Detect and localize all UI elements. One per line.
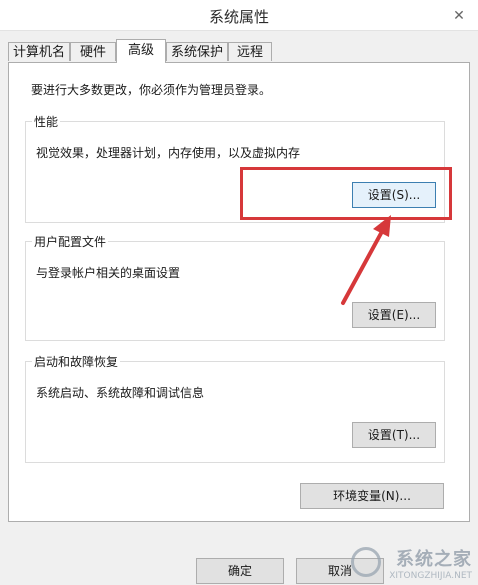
advanced-panel: 要进行大多数更改，你必须作为管理员登录。 性能 视觉效果，处理器计划，内存使用，… <box>8 62 470 522</box>
watermark-brand: 系统之家 <box>396 549 472 570</box>
title-bar: 系统属性 ✕ <box>0 0 478 31</box>
button-bar: 确定 取消 系统之家 XITONGZHIJIA.NET <box>0 530 478 585</box>
annotation-arrow-icon <box>341 215 391 305</box>
tab-advanced[interactable]: 高级 <box>116 39 166 63</box>
tab-hardware[interactable]: 硬件 <box>70 42 116 61</box>
tab-computer-name[interactable]: 计算机名 <box>8 42 70 61</box>
close-icon[interactable]: ✕ <box>448 5 470 27</box>
tab-system-protection[interactable]: 系统保护 <box>166 42 228 61</box>
tab-remote[interactable]: 远程 <box>228 42 272 61</box>
watermark-url: XITONGZHIJIA.NET <box>389 571 472 581</box>
watermark: 系统之家 XITONGZHIJIA.NET <box>351 545 472 581</box>
window-title: 系统属性 <box>208 8 269 26</box>
ok-button[interactable]: 确定 <box>196 558 284 584</box>
